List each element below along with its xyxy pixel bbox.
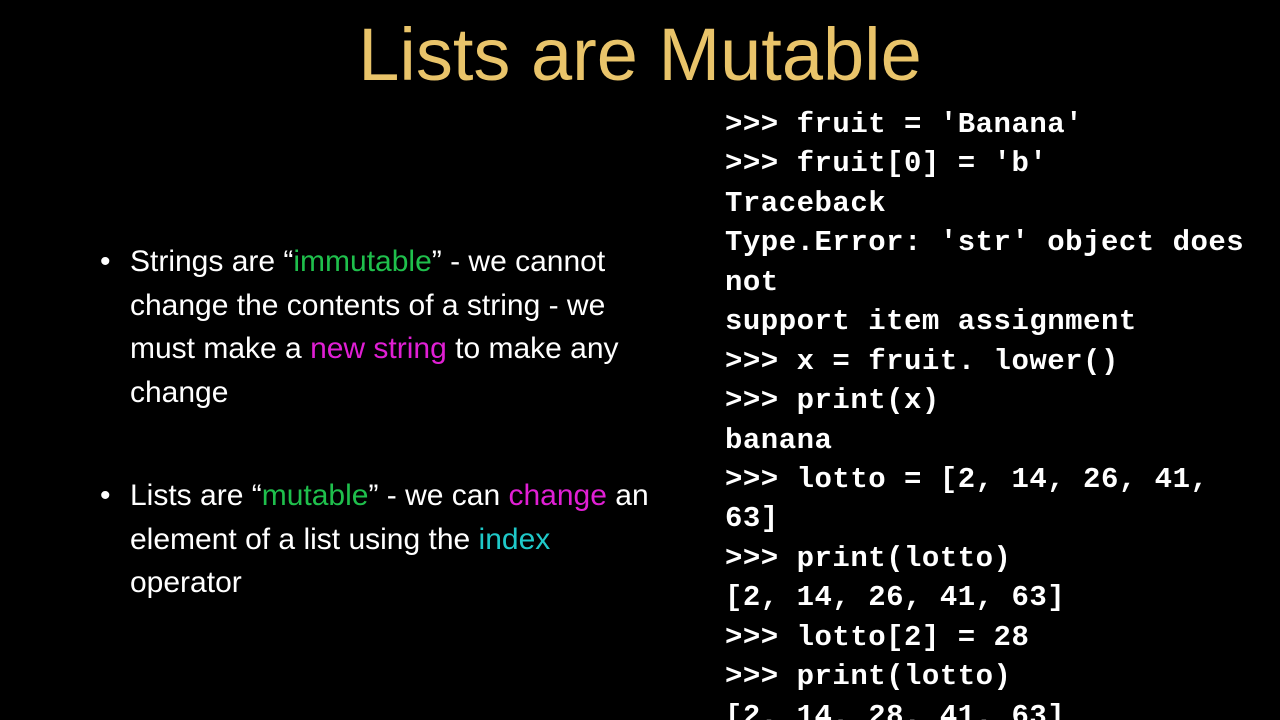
- highlight-new-string: new string: [310, 332, 447, 365]
- bullet-item: • Strings are “immutable” - we cannot ch…: [100, 240, 670, 414]
- text-fragment: operator: [130, 566, 242, 599]
- highlight-change: change: [509, 479, 607, 512]
- bullet-item: • Lists are “mutable” - we can change an…: [100, 474, 670, 605]
- text-fragment: Strings are “: [130, 245, 293, 278]
- bullet-text: Strings are “immutable” - we cannot chan…: [130, 240, 670, 414]
- bullet-marker: •: [100, 240, 130, 414]
- bullet-list: • Strings are “immutable” - we cannot ch…: [100, 240, 670, 665]
- slide: Lists are Mutable • Strings are “immutab…: [0, 0, 1280, 720]
- highlight-mutable: mutable: [262, 479, 369, 512]
- highlight-index: index: [479, 523, 551, 556]
- text-fragment: ” - we can: [368, 479, 508, 512]
- bullet-marker: •: [100, 474, 130, 605]
- slide-title: Lists are Mutable: [0, 12, 1280, 97]
- text-fragment: Lists are “: [130, 479, 262, 512]
- bullet-text: Lists are “mutable” - we can change an e…: [130, 474, 670, 605]
- code-block: >>> fruit = 'Banana' >>> fruit[0] = 'b' …: [725, 105, 1265, 720]
- highlight-immutable: immutable: [293, 245, 431, 278]
